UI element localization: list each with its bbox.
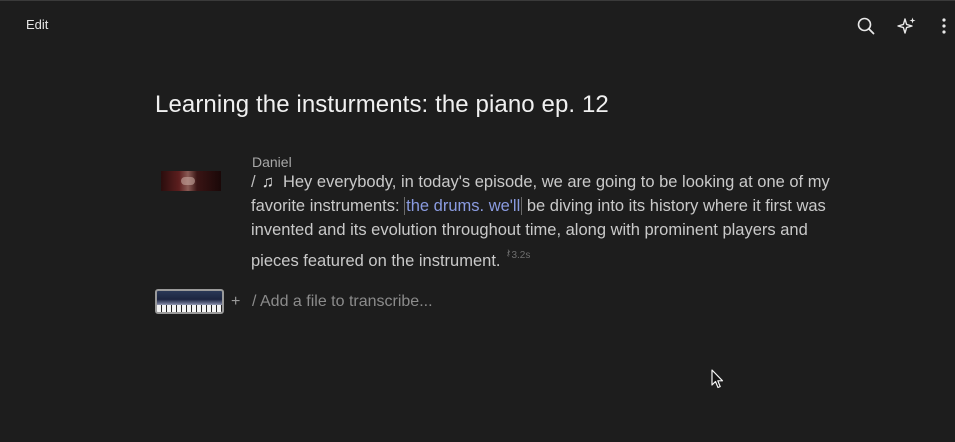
music-note-icon: ♫	[261, 173, 274, 191]
selected-text[interactable]: the drums. we'll	[404, 197, 523, 215]
document-title[interactable]: Learning the insturments: the piano ep. …	[155, 91, 609, 119]
piano-keys-image	[157, 305, 222, 312]
search-button[interactable]	[853, 13, 879, 39]
transcript-paragraph[interactable]: / ♫ Hey everybody, in today's episode, we …	[251, 170, 831, 273]
slash-marker: /	[251, 173, 256, 191]
pause-marker[interactable]: 𝄽3.2s	[506, 242, 530, 268]
search-icon	[857, 17, 875, 35]
more-vertical-icon	[942, 18, 946, 34]
edit-button[interactable]: Edit	[26, 17, 48, 32]
ai-sparkle-button[interactable]	[894, 13, 920, 39]
pause-duration: 3.2s	[511, 250, 531, 261]
app-window: Edit Learning the insturments: the piano…	[0, 0, 955, 442]
mouse-pointer-icon	[711, 369, 725, 394]
add-file-plus-button[interactable]: +	[231, 293, 240, 311]
top-bar: Edit	[0, 1, 955, 49]
add-file-input[interactable]: / Add a file to transcribe...	[252, 293, 433, 311]
pause-icon: 𝄽	[506, 246, 511, 261]
more-options-button[interactable]	[934, 13, 954, 39]
sparkle-icon	[897, 17, 916, 34]
speaker-name[interactable]: Daniel	[252, 154, 292, 170]
video-thumbnail[interactable]	[161, 171, 221, 191]
piano-thumbnail[interactable]	[155, 289, 224, 314]
